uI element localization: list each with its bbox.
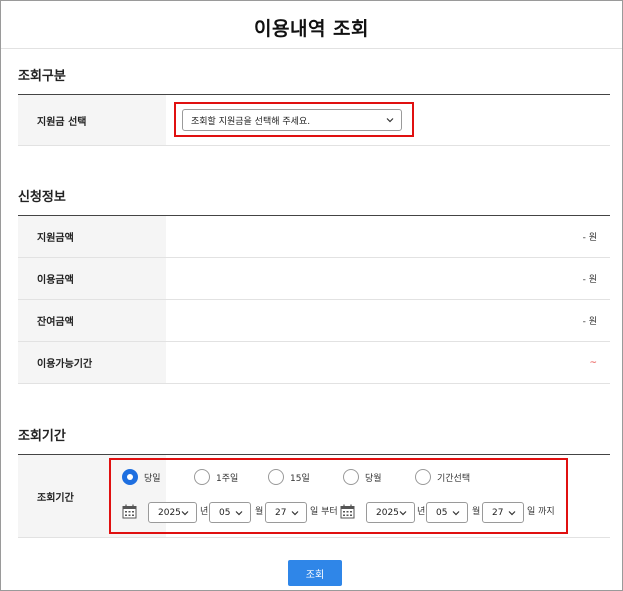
period-heading: 조회기간 bbox=[18, 429, 66, 444]
fund-select-placeholder: 조회할 지원금을 선택해 주세요. bbox=[191, 116, 311, 127]
period-option-custom[interactable]: 기간선택 bbox=[415, 469, 470, 485]
search-type-heading: 조회구분 bbox=[18, 69, 66, 84]
application-info-heading: 신청정보 bbox=[18, 190, 66, 205]
chevron-down-icon bbox=[181, 511, 189, 516]
end-year-select[interactable]: 2025 bbox=[366, 502, 415, 523]
radio-unchecked-icon bbox=[343, 469, 359, 485]
usable-period-value: ~ bbox=[589, 357, 597, 368]
period-option-label: 1주일 bbox=[216, 473, 239, 484]
title-divider bbox=[1, 48, 622, 49]
start-calendar-icon[interactable] bbox=[122, 504, 137, 519]
end-calendar-icon[interactable] bbox=[340, 504, 355, 519]
remaining-amount-label: 잔여금액 bbox=[18, 300, 166, 341]
start-month-select[interactable]: 05 bbox=[209, 502, 251, 523]
radio-unchecked-icon bbox=[194, 469, 210, 485]
period-option-today[interactable]: 당일 bbox=[122, 469, 161, 485]
month-suffix: 월 bbox=[255, 507, 264, 517]
chevron-down-icon bbox=[386, 118, 394, 123]
period-option-label: 당월 bbox=[365, 473, 382, 484]
search-button[interactable]: 조회 bbox=[288, 560, 342, 586]
period-option-month[interactable]: 당월 bbox=[343, 469, 382, 485]
start-year-value: 2025 bbox=[158, 507, 181, 518]
period-option-15days[interactable]: 15일 bbox=[268, 469, 310, 485]
to-suffix: 일 까지 bbox=[527, 507, 555, 517]
chevron-down-icon bbox=[399, 511, 407, 516]
used-amount-label: 이용금액 bbox=[18, 258, 166, 299]
start-day-value: 27 bbox=[275, 507, 287, 518]
end-day-select[interactable]: 27 bbox=[482, 502, 524, 523]
used-amount-value: - 원 bbox=[582, 275, 597, 285]
chevron-down-icon bbox=[291, 511, 299, 516]
support-amount-value: - 원 bbox=[582, 233, 597, 243]
month-suffix: 월 bbox=[472, 507, 481, 517]
period-option-week[interactable]: 1주일 bbox=[194, 469, 238, 485]
start-month-value: 05 bbox=[219, 507, 231, 518]
year-suffix: 년 bbox=[200, 507, 209, 517]
period-option-label: 기간선택 bbox=[437, 473, 471, 484]
radio-unchecked-icon bbox=[268, 469, 284, 485]
remaining-amount-value: - 원 bbox=[582, 317, 597, 327]
from-suffix: 일 부터 bbox=[310, 507, 338, 517]
table-row: 지원금액 - 원 bbox=[18, 216, 610, 258]
start-year-select[interactable]: 2025 bbox=[148, 502, 197, 523]
usable-period-label: 이용가능기간 bbox=[18, 342, 166, 383]
start-day-select[interactable]: 27 bbox=[265, 502, 307, 523]
radio-checked-icon bbox=[122, 469, 138, 485]
page-title: 이용내역 조회 bbox=[254, 18, 369, 40]
radio-unchecked-icon bbox=[415, 469, 431, 485]
year-suffix: 년 bbox=[417, 507, 426, 517]
fund-select-label: 지원금 선택 bbox=[18, 95, 166, 145]
end-month-select[interactable]: 05 bbox=[426, 502, 468, 523]
chevron-down-icon bbox=[508, 511, 516, 516]
support-amount-label: 지원금액 bbox=[18, 216, 166, 257]
end-month-value: 05 bbox=[436, 507, 448, 518]
period-option-label: 15일 bbox=[290, 473, 310, 484]
table-row: 이용금액 - 원 bbox=[18, 258, 610, 300]
end-year-value: 2025 bbox=[376, 507, 399, 518]
chevron-down-icon bbox=[235, 511, 243, 516]
end-day-value: 27 bbox=[492, 507, 504, 518]
fund-select-dropdown[interactable]: 조회할 지원금을 선택해 주세요. bbox=[182, 109, 402, 131]
chevron-down-icon bbox=[452, 511, 460, 516]
period-option-label: 당일 bbox=[144, 473, 161, 484]
table-row: 이용가능기간 ~ bbox=[18, 342, 610, 384]
table-row: 잔여금액 - 원 bbox=[18, 300, 610, 342]
